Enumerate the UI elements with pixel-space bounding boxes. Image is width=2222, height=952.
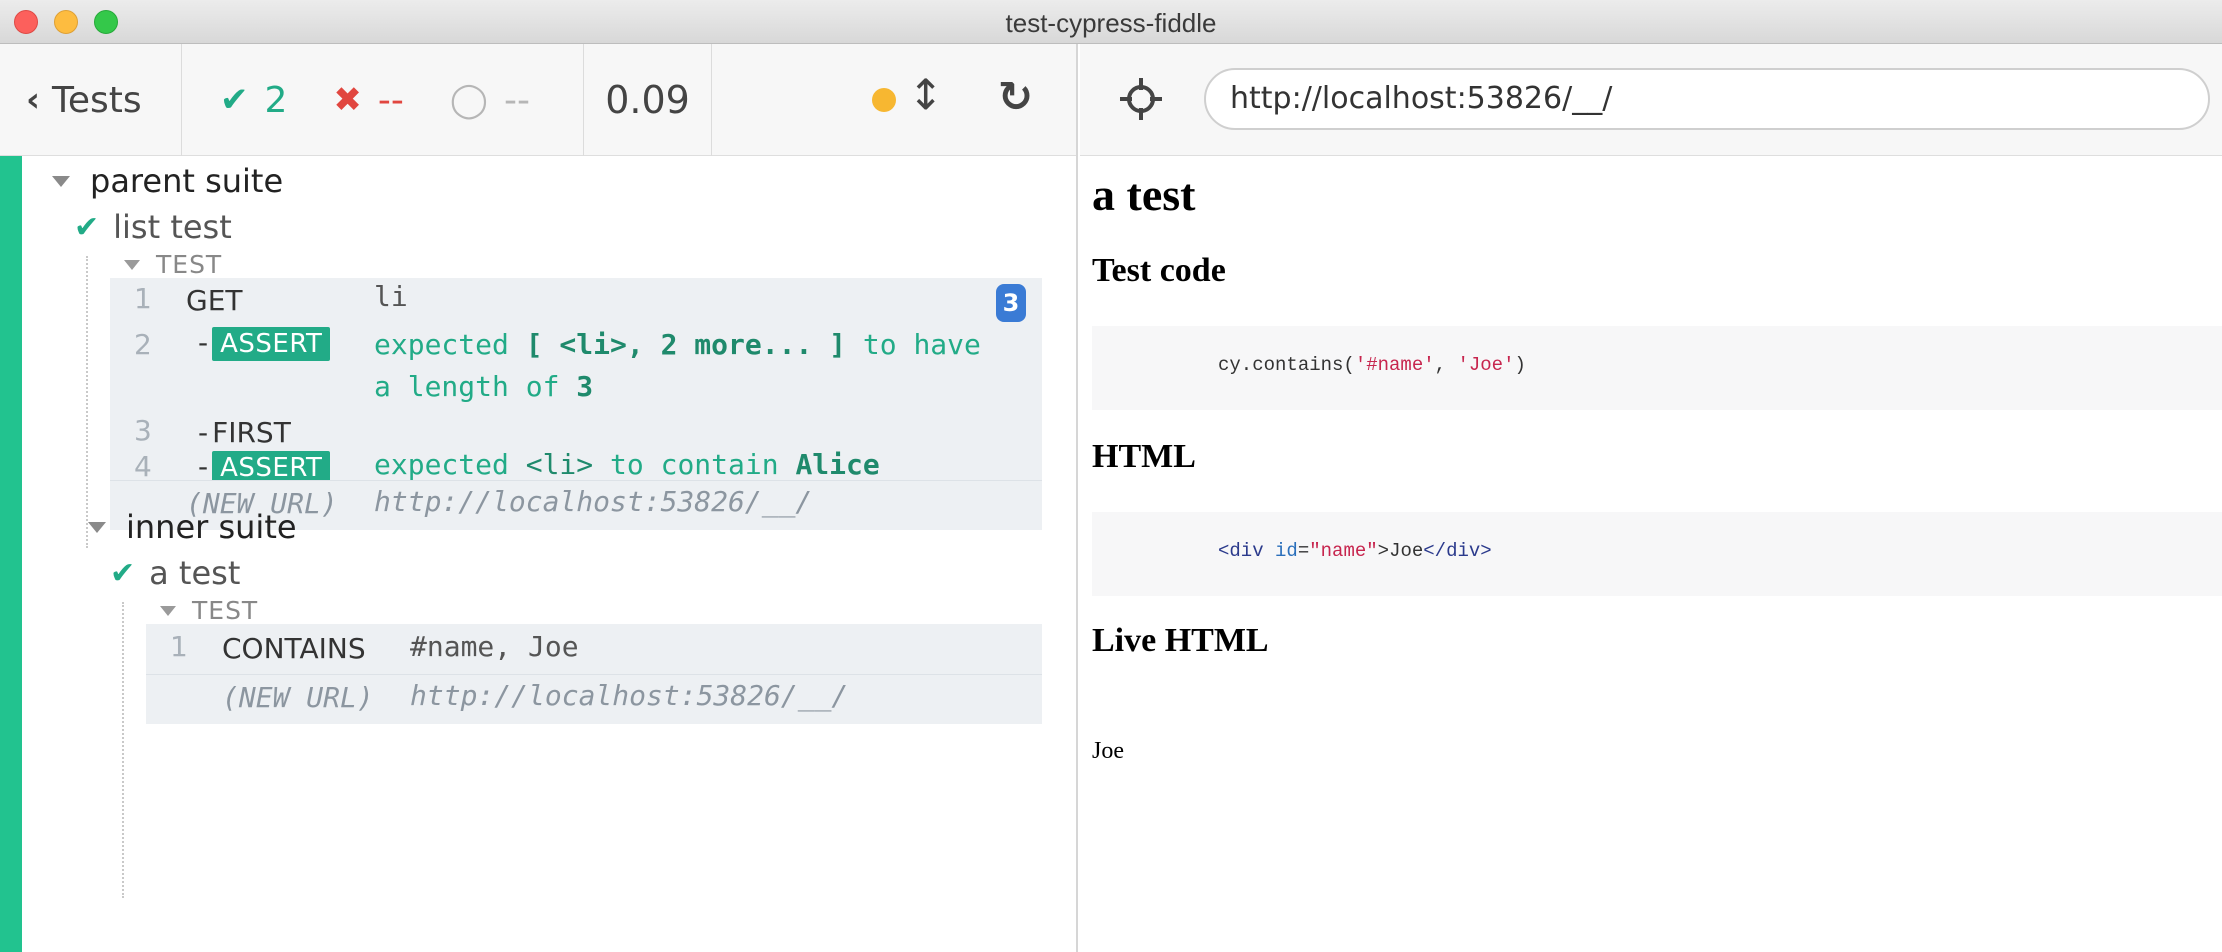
failed-count: -- <box>377 79 404 121</box>
command-name: - ASSERT <box>198 326 331 361</box>
test-code-block: cy.contains('#name', 'Joe') <box>1092 326 2222 410</box>
live-html-heading: Live HTML <box>1092 622 1269 659</box>
reload-icon[interactable]: ↻ <box>998 72 1033 121</box>
tests-label: Tests <box>52 79 142 121</box>
command-name: CONTAINS <box>222 632 366 665</box>
command-number: 4 <box>134 450 152 483</box>
command-number: 1 <box>170 630 188 663</box>
html-heading: HTML <box>1092 438 1196 475</box>
window-title: test-cypress-fiddle <box>1005 8 1217 38</box>
tree-guide <box>122 602 124 898</box>
caret-down-icon <box>52 175 70 187</box>
check-icon: ✔ <box>110 555 136 591</box>
command-message: li <box>374 280 408 313</box>
new-url-label: (NEW URL) <box>222 681 374 714</box>
window-titlebar: test-cypress-fiddle <box>0 0 2222 44</box>
command-row[interactable]: 1 GET li 3 <box>110 278 1042 324</box>
test-title: a test <box>149 554 241 592</box>
auto-scroll-indicator-icon[interactable] <box>872 88 896 112</box>
caret-down-icon <box>88 521 106 533</box>
new-url-event[interactable]: (NEW URL) http://localhost:53826/__/ <box>146 674 1042 724</box>
app-header: http://localhost:53826/__/ <box>1080 44 2222 156</box>
command-list: 1 CONTAINS #name, Joe <box>146 624 1042 674</box>
circle-notch-icon: ◯ <box>449 80 488 120</box>
chevron-left-icon: ‹ <box>26 80 41 120</box>
command-name: - FIRST <box>198 416 291 449</box>
caret-down-icon <box>124 259 140 270</box>
command-message: #name, Joe <box>410 630 579 663</box>
code-line: cy.contains('#name', 'Joe') <box>1218 354 1526 376</box>
section-title: TEST <box>156 250 223 279</box>
app-panel: http://localhost:53826/__/ a test Test c… <box>1080 44 2222 952</box>
x-icon: ✖ <box>333 80 362 120</box>
pending-stat: ◯ -- <box>450 80 530 121</box>
new-url-row: (NEW URL) http://localhost:53826/__/ <box>146 674 1042 724</box>
element-count-badge: 3 <box>996 284 1026 322</box>
tests-back-button[interactable]: ‹ Tests <box>0 44 182 156</box>
command-number: 2 <box>134 328 152 361</box>
page-title: a test <box>1092 169 1196 220</box>
suite-status-bar <box>0 156 22 952</box>
new-url-value: http://localhost:53826/__/ <box>410 679 849 712</box>
crosshair-icon[interactable] <box>1118 76 1164 122</box>
test-row-list-test[interactable]: ✔ list test <box>74 208 232 246</box>
caret-down-icon <box>160 605 176 616</box>
test-code-heading: Test code <box>1092 252 1226 289</box>
url-input[interactable]: http://localhost:53826/__/ <box>1204 68 2210 130</box>
parent-suite-row[interactable]: parent suite <box>52 162 283 200</box>
command-row[interactable]: 4 - ASSERT expected <li> to contain Alice <box>110 448 1042 485</box>
command-row[interactable]: 1 CONTAINS #name, Joe <box>146 624 1042 674</box>
passed-count: 2 <box>264 79 288 121</box>
app-iframe: a test Test code cy.contains('#name', 'J… <box>1080 156 2222 952</box>
passed-stat: ✔ 2 <box>220 80 287 121</box>
command-number: 3 <box>134 414 152 447</box>
test-row-a-test[interactable]: ✔ a test <box>110 554 240 592</box>
check-icon: ✔ <box>74 209 100 245</box>
failed-stat: ✖ -- <box>333 80 403 121</box>
new-url-value: http://localhost:53826/__/ <box>374 485 813 518</box>
check-icon: ✔ <box>220 80 249 120</box>
inner-suite-row[interactable]: inner suite <box>88 508 297 546</box>
suite-title: inner suite <box>126 508 297 546</box>
suite-title: parent suite <box>90 162 284 200</box>
command-number: 1 <box>134 282 152 315</box>
command-list: 1 GET li 3 2 - ASSERT expected [ <li>, 2 … <box>110 278 1042 485</box>
reporter-controls: ↕ ↻ <box>712 44 1076 156</box>
html-code-block: <div id="name">Joe</div> <box>1092 512 2222 596</box>
reporter-header: ‹ Tests ✔ 2 ✖ -- ◯ -- 0.09 ↕ ↻ <box>0 44 1076 156</box>
reporter-runnables: parent suite ✔ list test TEST 1 GET li 3… <box>0 156 1076 952</box>
command-message: expected [ <li>, 2 more... ] to have <box>374 328 981 361</box>
tree-guide <box>86 256 88 548</box>
live-html-content: Joe <box>1092 738 1124 764</box>
arrows-vertical-icon[interactable]: ↕ <box>908 70 943 119</box>
assert-badge: ASSERT <box>212 327 331 361</box>
section-title: TEST <box>192 596 259 625</box>
reporter-panel: ‹ Tests ✔ 2 ✖ -- ◯ -- 0.09 ↕ ↻ parent su… <box>0 44 1078 952</box>
test-title: list test <box>113 208 232 246</box>
command-message-cont: a length of 3 <box>374 370 594 403</box>
test-section-header[interactable]: TEST <box>160 596 258 625</box>
command-row[interactable]: 2 - ASSERT expected [ <li>, 2 more... ] t… <box>110 324 1042 414</box>
test-section-header[interactable]: TEST <box>124 250 222 279</box>
code-line: <div id="name">Joe</div> <box>1218 540 1492 562</box>
stats: ✔ 2 ✖ -- ◯ -- <box>182 44 584 156</box>
pending-count: -- <box>503 79 530 121</box>
duration: 0.09 <box>584 44 712 156</box>
command-name: GET <box>186 284 243 317</box>
